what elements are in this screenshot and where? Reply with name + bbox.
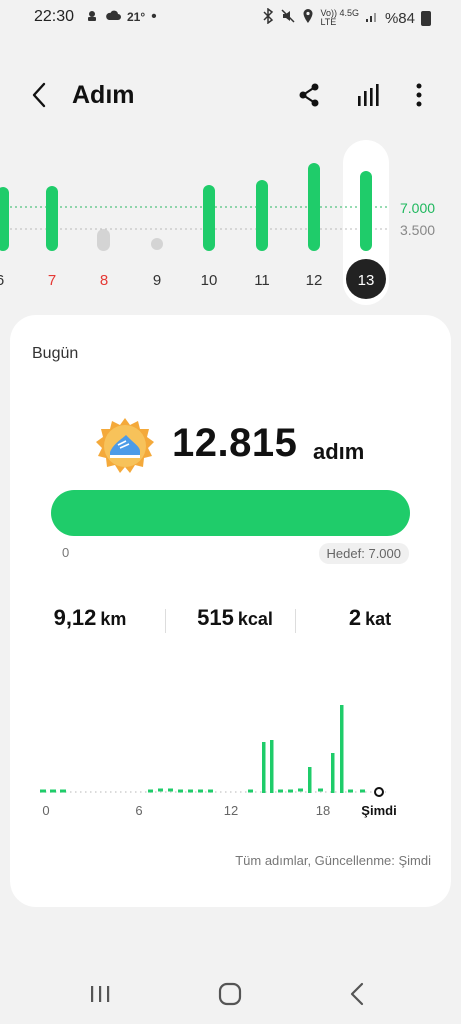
updated-text: Tüm adımlar, Güncellenme: Şimdi [235,853,431,868]
progress-goal-label: Hedef: 7.000 [318,543,409,564]
day-bar-8[interactable] [97,229,110,251]
day-label-13: 13 [358,272,375,289]
battery-icon [421,10,431,26]
hourly-bars [262,705,344,793]
status-bar: 22:30 21° • Vo)) 4.5G LTE %84 [0,0,461,34]
stats-row: 9,12 km 515 kcal 2 kat [10,605,451,645]
day-label-10: 10 [201,272,218,289]
hourly-chart: 0 6 12 18 Şimdi [10,695,451,825]
notification-icon [85,9,99,26]
mute-icon [280,8,296,28]
hour-label-12: 12 [224,803,238,818]
cloud-icon [105,10,121,25]
stat-divider [295,609,296,633]
goal-label: 7.000 [400,200,436,216]
hourly-low-activity [40,788,365,793]
hourly-chart-svg: 0 6 12 18 Şimdi [40,705,397,818]
day-bar-13[interactable] [360,171,372,251]
day-bar-10[interactable] [203,185,215,251]
step-count: 12.815 [172,421,298,465]
signal-icon [365,9,379,27]
day-label-6: 6 [0,272,4,289]
page-title: Adım [72,81,135,109]
status-time: 22:30 [34,8,75,25]
week-chart: 6 7 8 9 10 11 12 13 7.000 3.500 [0,135,461,310]
distance-stat[interactable]: 9,12 km [30,605,150,645]
day-bar-6[interactable] [0,187,9,251]
day-label-8: 8 [100,272,108,289]
step-unit: adım [313,439,365,464]
today-card: Bugün 12.815 adım 0 Hedef: 7.000 9,12 km … [10,315,451,907]
back-nav-icon[interactable] [338,978,378,1010]
day-bar-12[interactable] [308,163,320,251]
day-bar-11[interactable] [256,180,268,251]
temperature: 21° [127,10,146,24]
floors-stat[interactable]: 2 kat [310,605,430,645]
hour-label-6: 6 [135,803,142,818]
location-icon [302,8,314,28]
half-goal-label: 3.500 [400,222,436,238]
more-vert-icon[interactable] [404,80,434,110]
day-label-12: 12 [306,272,323,289]
day-bar-7[interactable] [46,186,58,251]
recent-apps-icon[interactable] [80,978,120,1010]
step-progress-bar [51,490,410,536]
week-chart-svg: 6 7 8 9 10 11 12 13 [0,140,390,305]
sneaker-badge-icon [96,417,154,475]
hour-label-18: 18 [316,803,330,818]
hour-label-now: Şimdi [361,803,396,818]
back-icon[interactable] [26,80,54,110]
day-label-11: 11 [254,272,270,289]
app-header: Adım [0,70,461,120]
day-bar-9[interactable] [151,238,163,250]
dot-icon: • [151,8,157,25]
stat-divider [165,609,166,633]
share-icon[interactable] [294,80,324,110]
bluetooth-icon [262,7,274,28]
hour-label-0: 0 [42,803,49,818]
system-nav-bar [0,960,461,1024]
home-icon[interactable] [210,978,250,1010]
day-label-9: 9 [153,272,161,289]
bar-chart-icon[interactable] [354,80,384,110]
now-marker [374,787,384,797]
today-label: Bugün [32,345,79,362]
calories-stat[interactable]: 515 kcal [175,605,295,645]
battery-percent: %84 [384,9,415,27]
progress-start-label: 0 [62,545,70,560]
day-label-7: 7 [48,272,56,289]
network-lte: LTE [320,17,337,27]
